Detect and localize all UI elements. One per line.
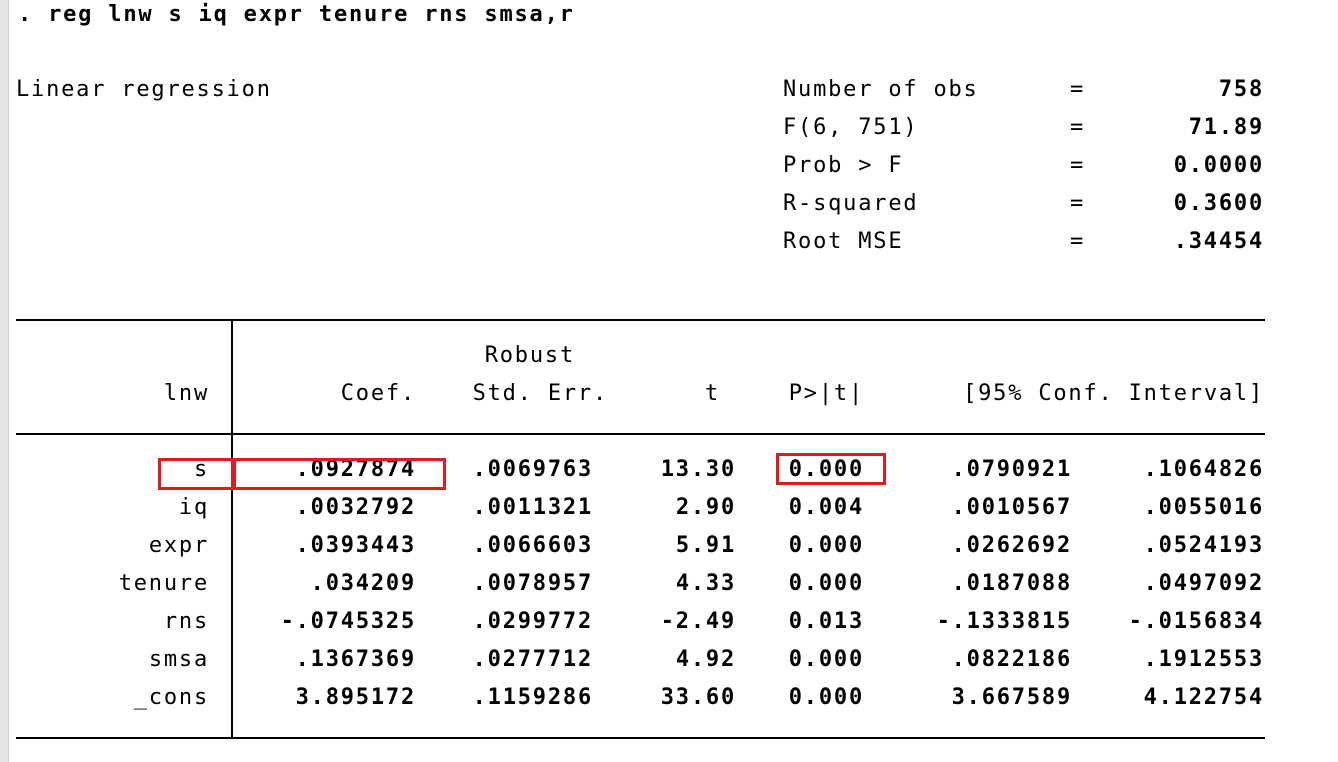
row-p: 0.000	[788, 647, 864, 672]
row-ci-high: -.0156834	[1128, 609, 1264, 634]
row-var: rns	[163, 609, 209, 634]
stat-equals: =	[1070, 229, 1086, 254]
row-t: -2.49	[660, 609, 736, 634]
stat-value: 0.3600	[1173, 191, 1264, 216]
row-t: 2.90	[675, 495, 736, 520]
stat-label: F(6, 751)	[783, 115, 919, 140]
table-top-rule	[16, 319, 1265, 321]
row-t: 4.33	[675, 571, 736, 596]
row-ci-low: .0822186	[951, 647, 1072, 672]
row-coef: .0393443	[295, 533, 416, 558]
row-ci-high: .0497092	[1143, 571, 1264, 596]
row-var: expr	[148, 533, 209, 558]
model-title: Linear regression	[16, 77, 272, 102]
row-se: .0011321	[472, 495, 593, 520]
row-coef: .0032792	[295, 495, 416, 520]
row-ci-low: .0790921	[951, 457, 1072, 482]
stat-equals: =	[1070, 77, 1086, 102]
row-var: _cons	[133, 685, 209, 710]
stat-label: Prob > F	[783, 153, 904, 178]
highlight-box-coef-s	[233, 458, 446, 490]
row-coef: 3.895172	[295, 685, 416, 710]
command-line: . reg lnw s iq expr tenure rns smsa,r	[18, 2, 575, 27]
row-coef: -.0745325	[280, 609, 416, 634]
row-p: 0.000	[788, 571, 864, 596]
row-p: 0.013	[788, 609, 864, 634]
row-ci-high: .0055016	[1143, 495, 1264, 520]
stat-value: 71.89	[1188, 115, 1264, 140]
header-pvalue: P>|t|	[788, 381, 864, 406]
row-p: 0.000	[788, 533, 864, 558]
row-var: iq	[178, 495, 209, 520]
row-ci-low: 3.667589	[951, 685, 1072, 710]
row-t: 4.92	[675, 647, 736, 672]
row-ci-high: .1064826	[1143, 457, 1264, 482]
row-ci-high: .0524193	[1143, 533, 1264, 558]
window-left-edge	[0, 0, 9, 762]
row-ci-low: .0010567	[951, 495, 1072, 520]
row-t: 33.60	[660, 685, 736, 710]
stat-label: Number of obs	[783, 77, 979, 102]
highlight-box-pvalue-s	[776, 453, 886, 485]
row-var: smsa	[148, 647, 209, 672]
table-header-rule	[16, 433, 1265, 435]
row-coef: .1367369	[295, 647, 416, 672]
row-var: tenure	[118, 571, 209, 596]
stat-value: .34454	[1173, 229, 1264, 254]
stat-label: R-squared	[783, 191, 919, 216]
row-se: .0277712	[472, 647, 593, 672]
row-ci-high: .1912553	[1143, 647, 1264, 672]
table-bottom-rule	[16, 737, 1265, 739]
stat-equals: =	[1070, 153, 1086, 178]
stat-equals: =	[1070, 191, 1086, 216]
row-ci-low: .0262692	[951, 533, 1072, 558]
stat-label: Root MSE	[783, 229, 904, 254]
stat-value: 0.0000	[1173, 153, 1264, 178]
table-divider	[231, 320, 233, 738]
highlight-box-variable-s	[158, 458, 234, 490]
stat-equals: =	[1070, 115, 1086, 140]
row-t: 5.91	[675, 533, 736, 558]
row-ci-low: .0187088	[951, 571, 1072, 596]
row-se: .0078957	[472, 571, 593, 596]
row-se: .0299772	[472, 609, 593, 634]
row-p: 0.000	[788, 685, 864, 710]
header-confint: [95% Conf. Interval]	[963, 381, 1264, 406]
row-t: 13.30	[660, 457, 736, 482]
stat-value: 758	[1218, 77, 1264, 102]
row-ci-low: -.1333815	[936, 609, 1072, 634]
row-ci-high: 4.122754	[1143, 685, 1264, 710]
header-stderr: Std. Err.	[472, 381, 608, 406]
row-se: .0066603	[472, 533, 593, 558]
row-coef: .034209	[310, 571, 416, 596]
header-t: t	[704, 381, 720, 406]
header-robust: Robust	[484, 343, 575, 368]
header-coef: Coef.	[340, 381, 416, 406]
header-depvar: lnw	[163, 381, 209, 406]
row-se: .1159286	[472, 685, 593, 710]
row-p: 0.004	[788, 495, 864, 520]
